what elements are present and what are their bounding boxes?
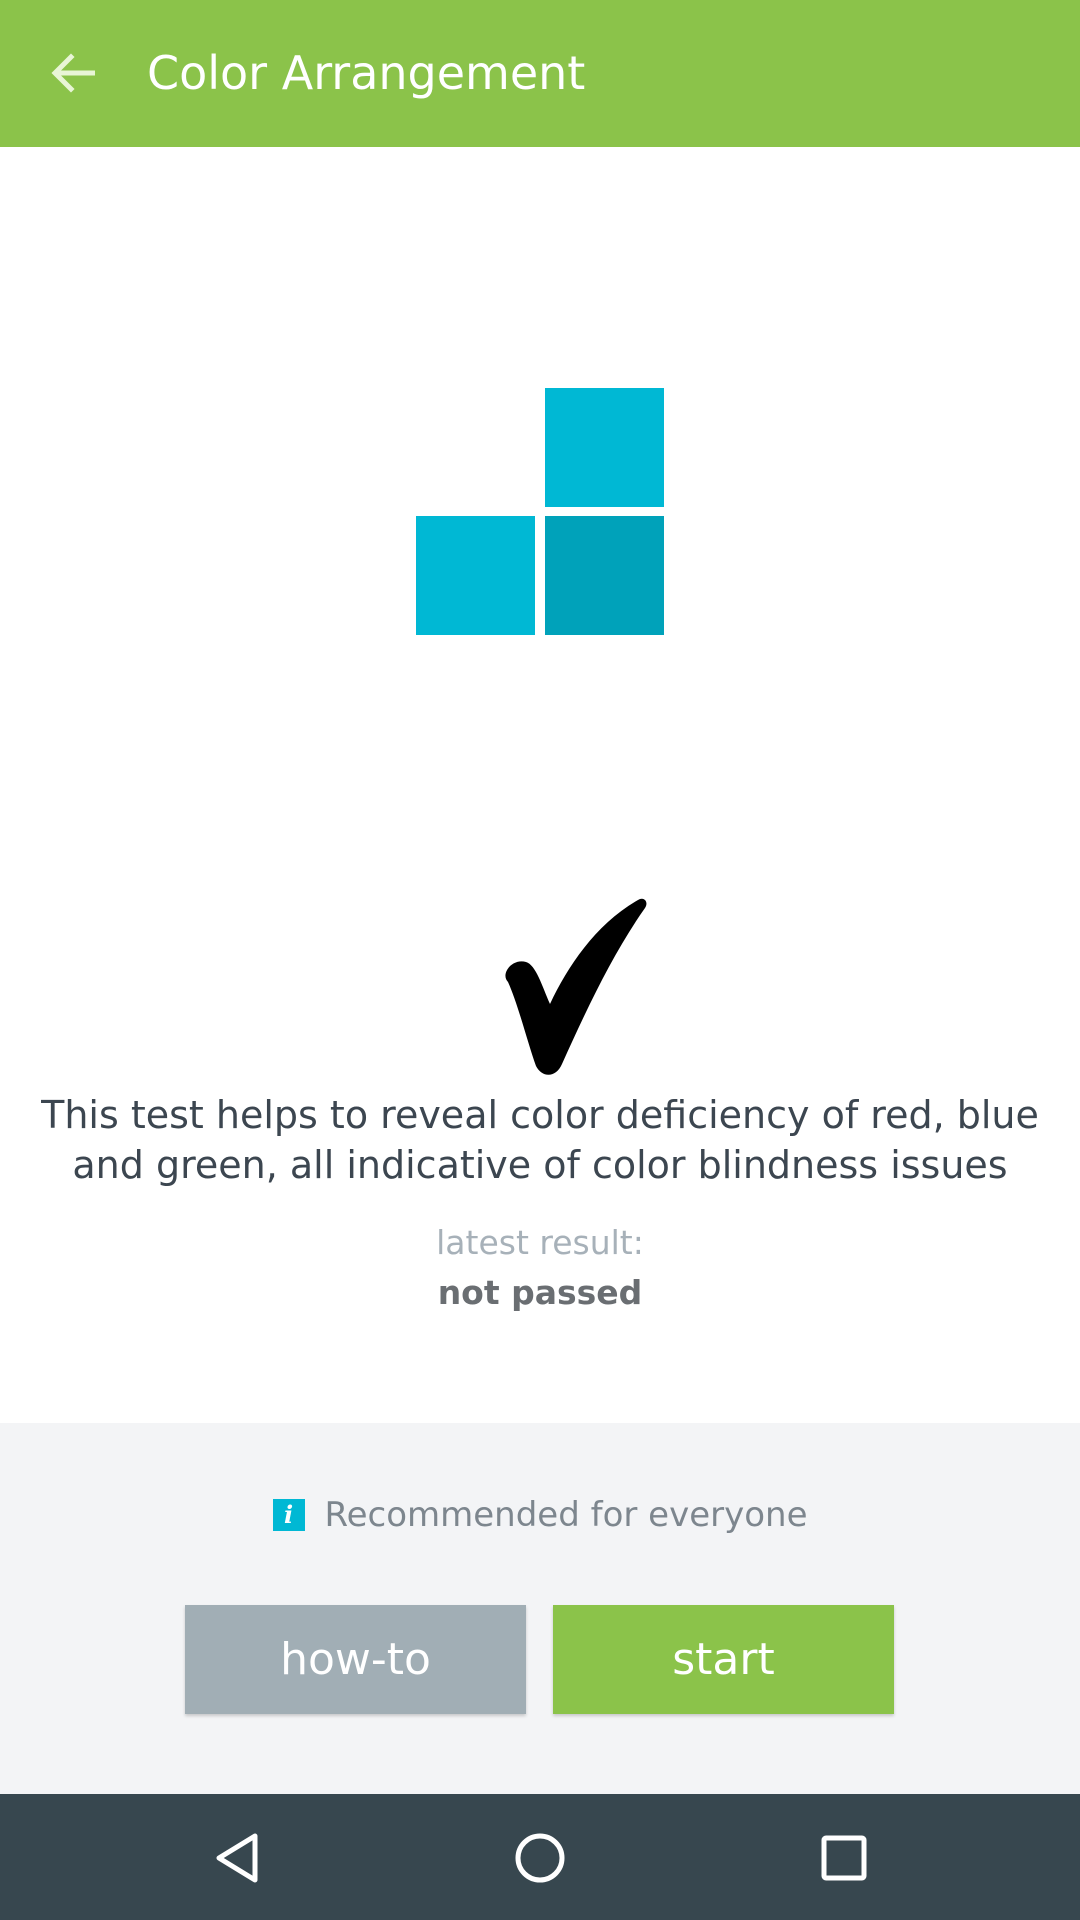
recommendation-text: Recommended for everyone [324, 1495, 808, 1535]
checkmark-icon [505, 898, 647, 1075]
back-button[interactable] [28, 28, 118, 118]
start-button[interactable]: start [553, 1605, 894, 1714]
color-tile-top [545, 388, 664, 507]
main-content: This test helps to reveal color deficien… [0, 147, 1080, 1423]
nav-recents-button[interactable] [804, 1818, 884, 1898]
nav-back-icon [216, 1833, 258, 1883]
page-title: Color Arrangement [147, 46, 586, 100]
latest-result-label: latest result: [436, 1223, 644, 1262]
screen: Color Arrangement This test helps to rev… [0, 0, 1080, 1920]
info-icon: i [272, 1499, 305, 1531]
color-tile-left [416, 516, 535, 635]
color-tile-right [545, 516, 664, 635]
color-arrangement-illustration [416, 388, 664, 635]
app-bar: Color Arrangement [0, 0, 1080, 147]
how-to-button[interactable]: how-to [185, 1605, 526, 1714]
bottom-panel: i Recommended for everyone how-to start [0, 1423, 1080, 1794]
nav-recents-icon [821, 1835, 867, 1881]
nav-home-icon [515, 1833, 565, 1883]
nav-back-button[interactable] [197, 1818, 277, 1898]
latest-result-value: not passed [437, 1273, 643, 1312]
recommendation-row: i Recommended for everyone [0, 1493, 1080, 1537]
arrow-back-icon [51, 53, 95, 93]
system-nav-bar [0, 1794, 1080, 1920]
nav-home-button[interactable] [500, 1818, 580, 1898]
test-description: This test helps to reveal color deficien… [41, 1093, 1039, 1187]
